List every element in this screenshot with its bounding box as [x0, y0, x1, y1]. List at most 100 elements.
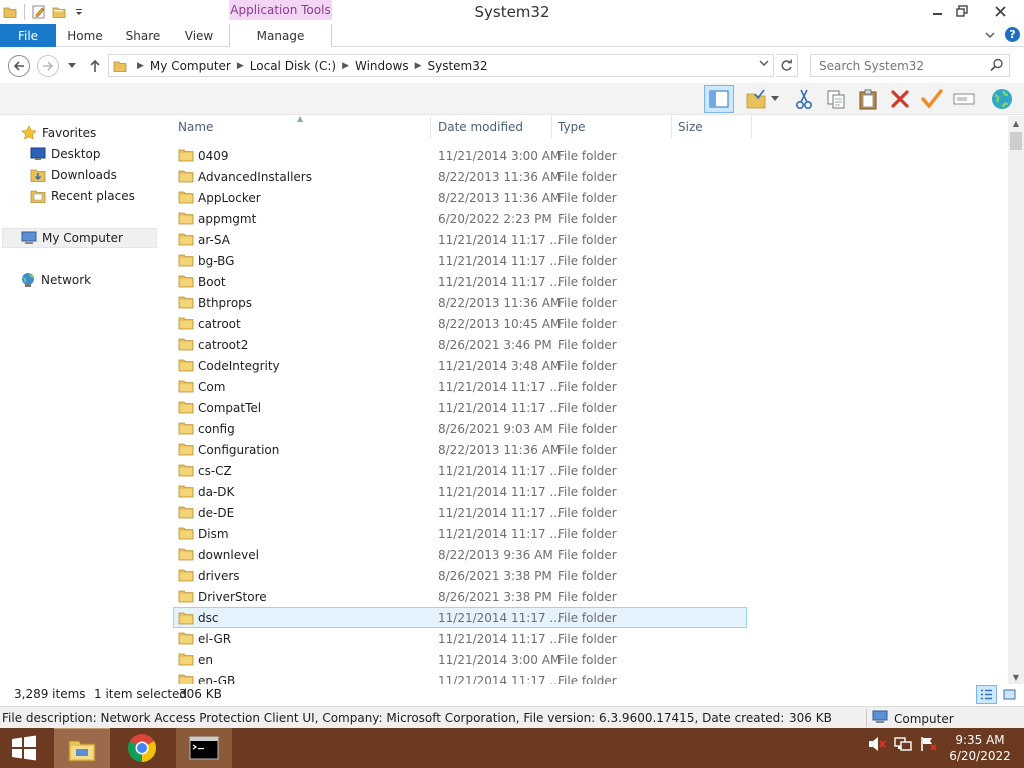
rename-icon[interactable] [950, 85, 978, 113]
system-clock[interactable]: 9:35 AM 6/20/2022 [940, 732, 1020, 764]
table-row[interactable]: ar-SA 11/21/2014 11:17 ... File folder [174, 229, 774, 250]
table-row[interactable]: Bthprops 8/22/2013 11:36 AM File folder [174, 292, 774, 313]
restore-button[interactable] [947, 0, 977, 22]
nav-favorites-label: Favorites [42, 126, 97, 140]
breadcrumb-separator[interactable]: ▶ [336, 61, 355, 71]
nav-favorites[interactable]: Favorites [20, 123, 96, 143]
security-zone: Computer [872, 710, 954, 727]
taskbar-file-explorer[interactable] [54, 728, 110, 768]
scroll-up-arrow-icon[interactable]: ▲ [1008, 116, 1024, 130]
status-bar: 3,289 items 1 item selected 306 KB [0, 684, 1024, 706]
scrollbar-thumb[interactable] [1010, 132, 1022, 150]
breadcrumb-separator[interactable]: ▶ [131, 61, 150, 71]
nav-downloads[interactable]: Downloads [29, 165, 117, 185]
network-status-icon[interactable] [894, 736, 912, 755]
cut-icon[interactable] [790, 85, 818, 113]
table-row[interactable]: DriverStore 8/26/2021 3:38 PM File folder [174, 586, 774, 607]
table-row[interactable]: da-DK 11/21/2014 11:17 ... File folder [174, 481, 774, 502]
file-date-modified: 8/22/2013 10:45 AM [438, 316, 561, 331]
table-row[interactable]: config 8/26/2021 9:03 AM File folder [174, 418, 774, 439]
search-icon[interactable] [990, 58, 1004, 75]
search-box[interactable] [810, 54, 1010, 77]
column-header-type[interactable]: Type [552, 116, 672, 138]
table-row[interactable]: bg-BG 11/21/2014 11:17 ... File folder [174, 250, 774, 271]
star-icon [20, 125, 38, 141]
windows-start-icon[interactable] [8, 734, 40, 762]
forward-button[interactable] [37, 55, 59, 77]
breadcrumb-separator[interactable]: ▶ [409, 61, 428, 71]
table-row[interactable]: en 11/21/2014 3:00 AM File folder [174, 649, 774, 670]
table-row[interactable]: AppLocker 8/22/2013 11:36 AM File folder [174, 187, 774, 208]
table-row[interactable]: en-GB 11/21/2014 11:17 ... File folder [174, 670, 774, 684]
file-type: File folder [558, 526, 617, 541]
address-chevron-down-icon[interactable] [759, 59, 769, 70]
breadcrumb-system32[interactable]: System32 [428, 59, 488, 73]
delete-icon[interactable] [886, 85, 914, 113]
breadcrumb-windows[interactable]: Windows [355, 59, 409, 73]
tab-home[interactable]: Home [58, 24, 112, 47]
refresh-button[interactable] [776, 54, 798, 77]
table-row[interactable]: drivers 8/26/2021 3:38 PM File folder [174, 565, 774, 586]
nav-desktop[interactable]: Desktop [29, 144, 101, 164]
tab-file[interactable]: File [0, 24, 56, 47]
details-view-button[interactable] [976, 685, 997, 704]
checkmark-icon[interactable] [918, 85, 946, 113]
search-input[interactable] [811, 58, 981, 73]
table-row[interactable]: Com 11/21/2014 11:17 ... File folder [174, 376, 774, 397]
breadcrumb-local-disk[interactable]: Local Disk (C:) [250, 59, 336, 73]
table-row[interactable]: CompatTel 11/21/2014 11:17 ... File folder [174, 397, 774, 418]
table-row[interactable]: CodeIntegrity 11/21/2014 3:48 AM File fold… [174, 355, 774, 376]
table-row[interactable]: cs-CZ 11/21/2014 11:17 ... File folder [174, 460, 774, 481]
close-button[interactable] [985, 0, 1015, 22]
up-arrow-icon[interactable] [86, 56, 104, 76]
address-bar[interactable]: ▶ My Computer ▶ Local Disk (C:) ▶ Window… [108, 54, 774, 77]
taskbar-command-prompt-icon[interactable] [176, 728, 232, 768]
tab-view[interactable]: View [172, 24, 226, 47]
file-type: File folder [558, 253, 617, 268]
recent-locations-chevron-down-icon[interactable] [65, 57, 79, 75]
breadcrumb-my-computer[interactable]: My Computer [150, 59, 231, 73]
help-icon[interactable]: ? [1005, 27, 1020, 42]
taskbar-chrome-icon[interactable] [114, 728, 170, 768]
volume-muted-icon[interactable] [868, 736, 886, 755]
preview-pane-button[interactable] [704, 85, 734, 113]
nav-my-computer[interactable]: My Computer [2, 228, 157, 248]
file-name: appmgmt [198, 211, 257, 226]
table-row[interactable]: dsc 11/21/2014 11:17 ... File folder [173, 607, 747, 628]
table-row[interactable]: de-DE 11/21/2014 11:17 ... File folder [174, 502, 774, 523]
paste-icon[interactable] [854, 85, 882, 113]
select-folder-icon[interactable] [742, 85, 770, 113]
globe-icon[interactable] [988, 85, 1016, 113]
table-row[interactable]: Boot 11/21/2014 11:17 ... File folder [174, 271, 774, 292]
copy-icon[interactable] [822, 85, 850, 113]
scroll-down-arrow-icon[interactable]: ▼ [1008, 670, 1024, 684]
tab-manage[interactable]: Manage [229, 24, 332, 47]
breadcrumb-separator[interactable]: ▶ [231, 61, 250, 71]
file-type: File folder [558, 505, 617, 520]
vertical-scrollbar[interactable]: ▲ ▼ [1008, 116, 1024, 684]
folder-icon [178, 148, 194, 162]
action-center-flag-icon[interactable] [920, 736, 938, 755]
tab-share[interactable]: Share [114, 24, 172, 47]
large-icons-view-button[interactable] [999, 685, 1020, 704]
table-row[interactable]: appmgmt 6/20/2022 2:23 PM File folder [174, 208, 774, 229]
table-row[interactable]: catroot 8/22/2013 10:45 AM File folder [174, 313, 774, 334]
table-row[interactable]: Dism 11/21/2014 11:17 ... File folder [174, 523, 774, 544]
file-type: File folder [558, 148, 617, 163]
select-dropdown-chevron-down-icon[interactable] [768, 85, 782, 113]
folder-icon [178, 274, 194, 288]
table-row[interactable]: AdvancedInstallers 8/22/2013 11:36 AM File… [174, 166, 774, 187]
back-button[interactable] [8, 55, 30, 77]
nav-recent-places[interactable]: Recent places [29, 186, 135, 206]
table-row[interactable]: catroot2 8/26/2021 3:46 PM File folder [174, 334, 774, 355]
table-row[interactable]: el-GR 11/21/2014 11:17 ... File folder [174, 628, 774, 649]
file-details-text: File description: Network Access Protect… [2, 711, 784, 725]
expand-ribbon-icon[interactable] [985, 28, 995, 42]
table-row[interactable]: 0409 11/21/2014 3:00 AM File folder [174, 145, 774, 166]
column-header-size[interactable]: Size [672, 116, 752, 138]
folder-icon [178, 295, 194, 309]
table-row[interactable]: Configuration 8/22/2013 11:36 AM File fold… [174, 439, 774, 460]
column-header-date-modified[interactable]: Date modified [432, 116, 552, 138]
table-row[interactable]: downlevel 8/22/2013 9:36 AM File folder [174, 544, 774, 565]
nav-network[interactable]: Network [19, 270, 91, 290]
